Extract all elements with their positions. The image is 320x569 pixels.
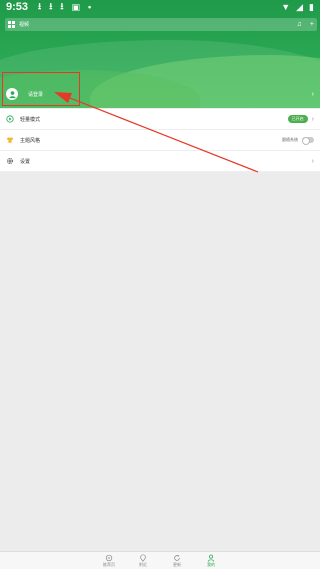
status-bar: 9:53 ⭳ ⭳ ⭳ ▣ • ▼ ◢ ▮	[0, 0, 320, 14]
tab-label: 更新	[173, 562, 181, 567]
app-icon: ▣	[71, 1, 81, 12]
chevron-right-icon: ›	[311, 115, 314, 123]
signal-icon: ◢	[296, 1, 304, 12]
status-badge: 已开启	[287, 115, 308, 123]
tab-recommend[interactable]: 推荐页	[100, 552, 118, 569]
gamepad-icon	[105, 554, 113, 562]
chevron-right-icon: ›	[311, 90, 314, 98]
plus-icon[interactable]: +	[310, 21, 314, 28]
menu-item-theme[interactable]: 主题风格 跟随系统	[0, 130, 320, 151]
download-icon: ⭳	[60, 1, 64, 11]
status-time: 9:53	[6, 1, 29, 13]
menu-item-light-mode[interactable]: 轻量模式 已开启 ›	[0, 109, 320, 130]
grid-menu-icon[interactable]	[8, 21, 15, 28]
top-bar: 视频 ♫ +	[5, 18, 317, 31]
tab-label: 我的	[207, 562, 215, 567]
location-icon	[139, 554, 147, 562]
battery-icon: ▮	[309, 1, 314, 12]
person-icon	[207, 554, 215, 562]
tab-update[interactable]: 更新	[168, 552, 186, 569]
menu-item-label: 轻量模式	[20, 116, 41, 123]
bottom-tab-bar: 推荐页 附近 更新 我的	[0, 551, 320, 569]
tab-nearby[interactable]: 附近	[134, 552, 152, 569]
download-icon: ⭳	[38, 1, 42, 11]
download-icon: ⭳	[49, 1, 53, 11]
top-bar-title: 视频	[19, 22, 30, 28]
tab-label: 推荐页	[103, 562, 115, 567]
refresh-icon	[173, 554, 181, 562]
menu-item-settings[interactable]: 设置 ›	[0, 151, 320, 172]
chevron-right-icon: ›	[311, 157, 314, 165]
menu-item-label: 设置	[20, 158, 31, 165]
gear-icon	[6, 157, 14, 165]
settings-list: 轻量模式 已开启 › 主题风格 跟随系统 设置 ›	[0, 109, 320, 172]
theme-toggle[interactable]	[302, 137, 314, 145]
annotation-box	[2, 72, 80, 106]
play-circle-icon	[6, 115, 14, 123]
bell-icon[interactable]: ♫	[297, 21, 302, 28]
wifi-icon: ▼	[281, 2, 291, 12]
tab-mine[interactable]: 我的	[202, 552, 220, 569]
dot-icon: •	[88, 2, 92, 12]
tab-label: 附近	[139, 562, 147, 567]
toggle-label: 跟随系统	[282, 137, 298, 142]
shirt-icon	[6, 136, 14, 144]
menu-item-label: 主题风格	[20, 137, 41, 144]
